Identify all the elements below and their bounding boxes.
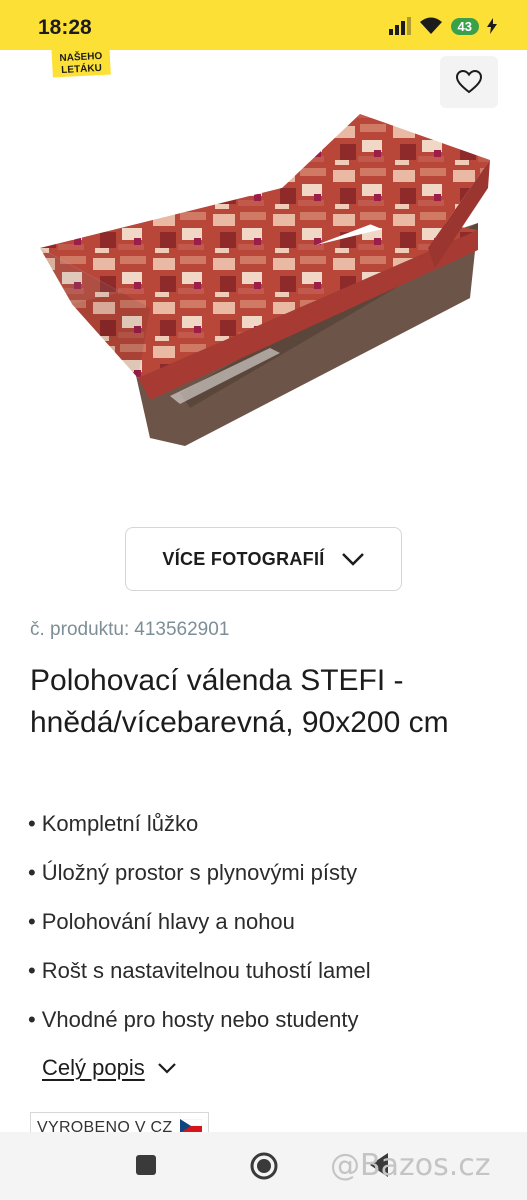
product-photo [40, 114, 490, 446]
signal-icon [388, 17, 411, 35]
czech-flag-icon [180, 1119, 203, 1133]
home-button[interactable] [249, 1151, 279, 1186]
watermark: @Bazos.cz [330, 1148, 491, 1183]
feature-item: Rošt s nastavitelnou tuhostí lamel [28, 955, 371, 1004]
feature-item: Úložný prostor s plynovými písty [28, 857, 371, 906]
more-photos-button[interactable]: VÍCE FOTOGRAFIÍ [125, 527, 402, 591]
status-icons: 43 [388, 17, 497, 35]
feature-list: Kompletní lůžko Úložný prostor s plynový… [28, 808, 371, 1053]
feature-item: Kompletní lůžko [28, 808, 371, 857]
status-bar: 18:28 43 [0, 0, 527, 50]
circle-icon [250, 1152, 278, 1180]
feature-item: Polohování hlavy a nohou [28, 906, 371, 955]
more-photos-label: VÍCE FOTOGRAFIÍ [162, 548, 325, 569]
product-number-value: 413562901 [134, 619, 230, 640]
feature-item: Vhodné pro hosty nebo studenty [28, 1004, 371, 1053]
recents-button[interactable] [135, 1154, 157, 1181]
full-description-link[interactable]: Celý popis [42, 1055, 177, 1081]
chevron-down-icon [157, 1063, 176, 1074]
product-title: Polohovací válenda STEFI - hnědá/vícebar… [30, 664, 449, 739]
promo-badge: NAŠEHO LETÁKU [51, 50, 111, 78]
wifi-icon [419, 17, 442, 34]
battery-icon: 43 [450, 17, 479, 35]
charging-icon [487, 18, 497, 34]
chevron-down-icon [341, 553, 364, 566]
product-image-gallery[interactable]: NAŠEHO LETÁKU [0, 50, 527, 530]
full-description-label: Celý popis [42, 1055, 145, 1080]
product-number-label: č. produktu: [30, 619, 130, 640]
clock: 18:28 [38, 16, 92, 39]
product-number: č. produktu: 413562901 [30, 619, 229, 641]
square-icon [136, 1155, 156, 1175]
